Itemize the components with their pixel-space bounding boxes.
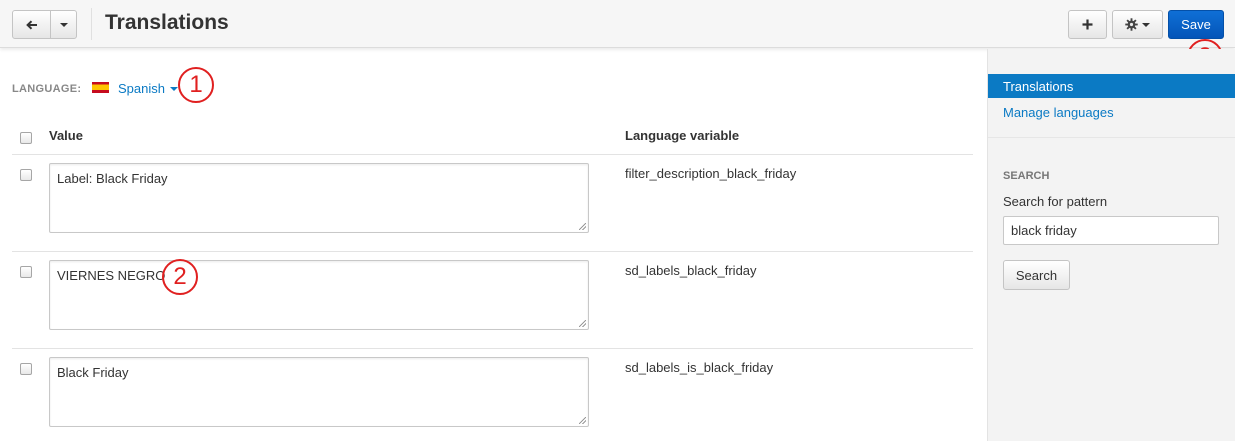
sidebar-divider: [988, 137, 1235, 138]
language-variable: sd_labels_black_friday: [625, 263, 757, 278]
language-selected: Spanish: [118, 81, 165, 96]
sidebar-item-translations[interactable]: Translations: [988, 74, 1235, 98]
row-checkbox[interactable]: [20, 266, 32, 278]
top-toolbar: Translations Save: [0, 0, 1235, 48]
save-button[interactable]: Save: [1168, 10, 1224, 39]
field-text: Black Friday: [57, 365, 129, 380]
settings-dropdown-button[interactable]: [1112, 10, 1163, 39]
language-variable: sd_labels_is_black_friday: [625, 360, 774, 375]
divider: [12, 348, 973, 349]
divider: [12, 251, 973, 252]
translation-value-field[interactable]: VIERNES NEGRO: [49, 260, 589, 330]
language-selector[interactable]: Spanish: [118, 81, 178, 96]
divider: [12, 154, 973, 155]
search-field-label: Search for pattern: [1003, 194, 1108, 209]
column-header-language-variable: Language variable: [625, 128, 740, 143]
add-button[interactable]: [1068, 10, 1107, 39]
annotation-marker: 2: [162, 259, 198, 295]
caret-down-icon: [169, 86, 178, 91]
language-variable: filter_description_black_friday: [625, 166, 797, 181]
language-label: LANGUAGE:: [12, 83, 82, 95]
row-checkbox[interactable]: [20, 169, 32, 181]
spain-flag-icon: [92, 82, 109, 93]
search-input[interactable]: black friday: [1003, 216, 1219, 245]
resize-handle-icon[interactable]: [579, 223, 586, 230]
field-text: Label: Black Friday: [57, 171, 168, 186]
resize-handle-icon[interactable]: [579, 320, 586, 327]
annotation-marker: 1: [178, 67, 214, 103]
row-checkbox[interactable]: [20, 363, 32, 375]
toolbar-divider: [91, 8, 92, 40]
arrow-left-icon: [25, 19, 37, 30]
plus-icon: [1082, 19, 1093, 30]
select-all-checkbox[interactable]: [20, 132, 32, 144]
back-dropdown-button[interactable]: [50, 10, 77, 39]
caret-down-icon: [1142, 22, 1150, 27]
translation-value-field[interactable]: Black Friday: [49, 357, 589, 427]
page-title: Translations: [105, 11, 229, 34]
caret-down-icon: [59, 22, 68, 27]
translation-value-field[interactable]: Label: Black Friday: [49, 163, 589, 233]
gear-icon: [1125, 18, 1138, 31]
resize-handle-icon[interactable]: [579, 417, 586, 424]
search-heading: SEARCH: [1003, 170, 1050, 182]
field-text: VIERNES NEGRO: [57, 268, 166, 283]
back-button[interactable]: [12, 10, 51, 39]
sidebar-item-manage-languages[interactable]: Manage languages: [1003, 105, 1114, 120]
column-header-value: Value: [49, 128, 83, 143]
search-button[interactable]: Search: [1003, 260, 1070, 290]
